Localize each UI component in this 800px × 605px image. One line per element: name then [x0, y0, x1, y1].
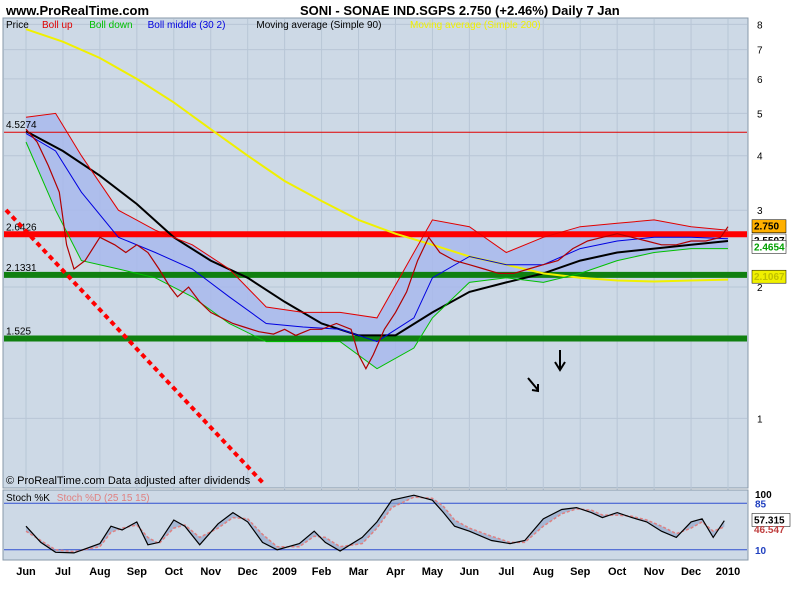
x-tick-label-1: Jul: [55, 566, 71, 578]
x-tick-label-19: 2010: [716, 566, 740, 578]
price-y-axis: 123456782.7502.55072.46542.1067: [751, 20, 787, 425]
price-tick-label-6: 7: [757, 46, 763, 57]
symbol-title: SONI - SONAE IND.SGPS 2.750 (+2.46%) Dai…: [300, 3, 620, 18]
x-tick-label-0: Jun: [16, 566, 36, 578]
level-label-1: 2.1331: [6, 263, 37, 274]
stoch-legend-item-1: Stoch %D (25 15 15): [57, 493, 150, 504]
x-tick-label-14: Aug: [533, 566, 554, 578]
stoch-tick-label-1: 85: [755, 499, 767, 510]
legend-item-3: Boll middle (30 2): [148, 20, 226, 31]
x-tick-label-10: Apr: [386, 566, 406, 578]
x-tick-label-12: Jun: [460, 566, 480, 578]
price-tick-label-3: 4: [757, 152, 763, 163]
legend-item-2: Boll down: [89, 20, 132, 31]
x-tick-label-18: Dec: [681, 566, 701, 578]
price-tick-label-4: 5: [757, 109, 763, 120]
stoch-legend-item-0: Stoch %K: [6, 493, 50, 504]
x-tick-label-13: Jul: [498, 566, 514, 578]
x-tick-label-2: Aug: [89, 566, 110, 578]
chart-root: www.ProRealTime.com SONI - SONAE IND.SGP…: [0, 0, 800, 600]
x-tick-label-7: 2009: [272, 566, 296, 578]
price-tag-label-2: 2.4654: [754, 242, 785, 253]
x-tick-label-15: Sep: [570, 566, 590, 578]
x-tick-label-9: Mar: [349, 566, 369, 578]
price-tick-label-0: 1: [757, 414, 763, 425]
stoch-d-readout: 46.547: [754, 525, 785, 536]
legend-item-0: Price: [6, 20, 29, 31]
x-tick-label-11: May: [422, 566, 444, 578]
price-tag-label-0: 2.750: [754, 222, 779, 233]
price-tick-label-5: 6: [757, 75, 763, 86]
level-label-2: 1.525: [6, 326, 31, 337]
level-label-3: 4.5274: [6, 120, 37, 131]
stoch-tick-label-2: 10: [755, 546, 767, 557]
legend-item-5: Moving average (Simple 200): [410, 20, 541, 31]
price-tick-label-7: 8: [757, 20, 763, 31]
x-tick-label-5: Nov: [200, 566, 222, 578]
x-tick-label-3: Sep: [127, 566, 147, 578]
price-tick-label-1: 2: [757, 283, 763, 294]
stoch-y-axis: 100851057.31546.547: [751, 490, 791, 557]
x-tick-label-16: Oct: [608, 566, 627, 578]
stoch-legend: Stoch %K Stoch %D (25 15 15): [6, 493, 150, 504]
x-tick-label-6: Dec: [238, 566, 258, 578]
legend-item-4: Moving average (Simple 90): [256, 20, 381, 31]
footer-note: © ProRealTime.com Data adjusted after di…: [6, 475, 251, 487]
x-tick-label-8: Feb: [312, 566, 332, 578]
chart-svg: www.ProRealTime.com SONI - SONAE IND.SGP…: [2, 3, 791, 578]
price-tick-label-2: 3: [757, 206, 763, 217]
legend-item-1: Boll up: [42, 20, 73, 31]
x-tick-label-17: Nov: [644, 566, 666, 578]
x-axis: Jun Jul Aug Sep Oct Nov Dec 2009 Feb Mar Apr May Jun…: [16, 566, 740, 578]
price-tag-label-3: 2.1067: [754, 272, 785, 283]
site-name[interactable]: www.ProRealTime.com: [5, 3, 149, 18]
x-tick-label-4: Oct: [165, 566, 184, 578]
